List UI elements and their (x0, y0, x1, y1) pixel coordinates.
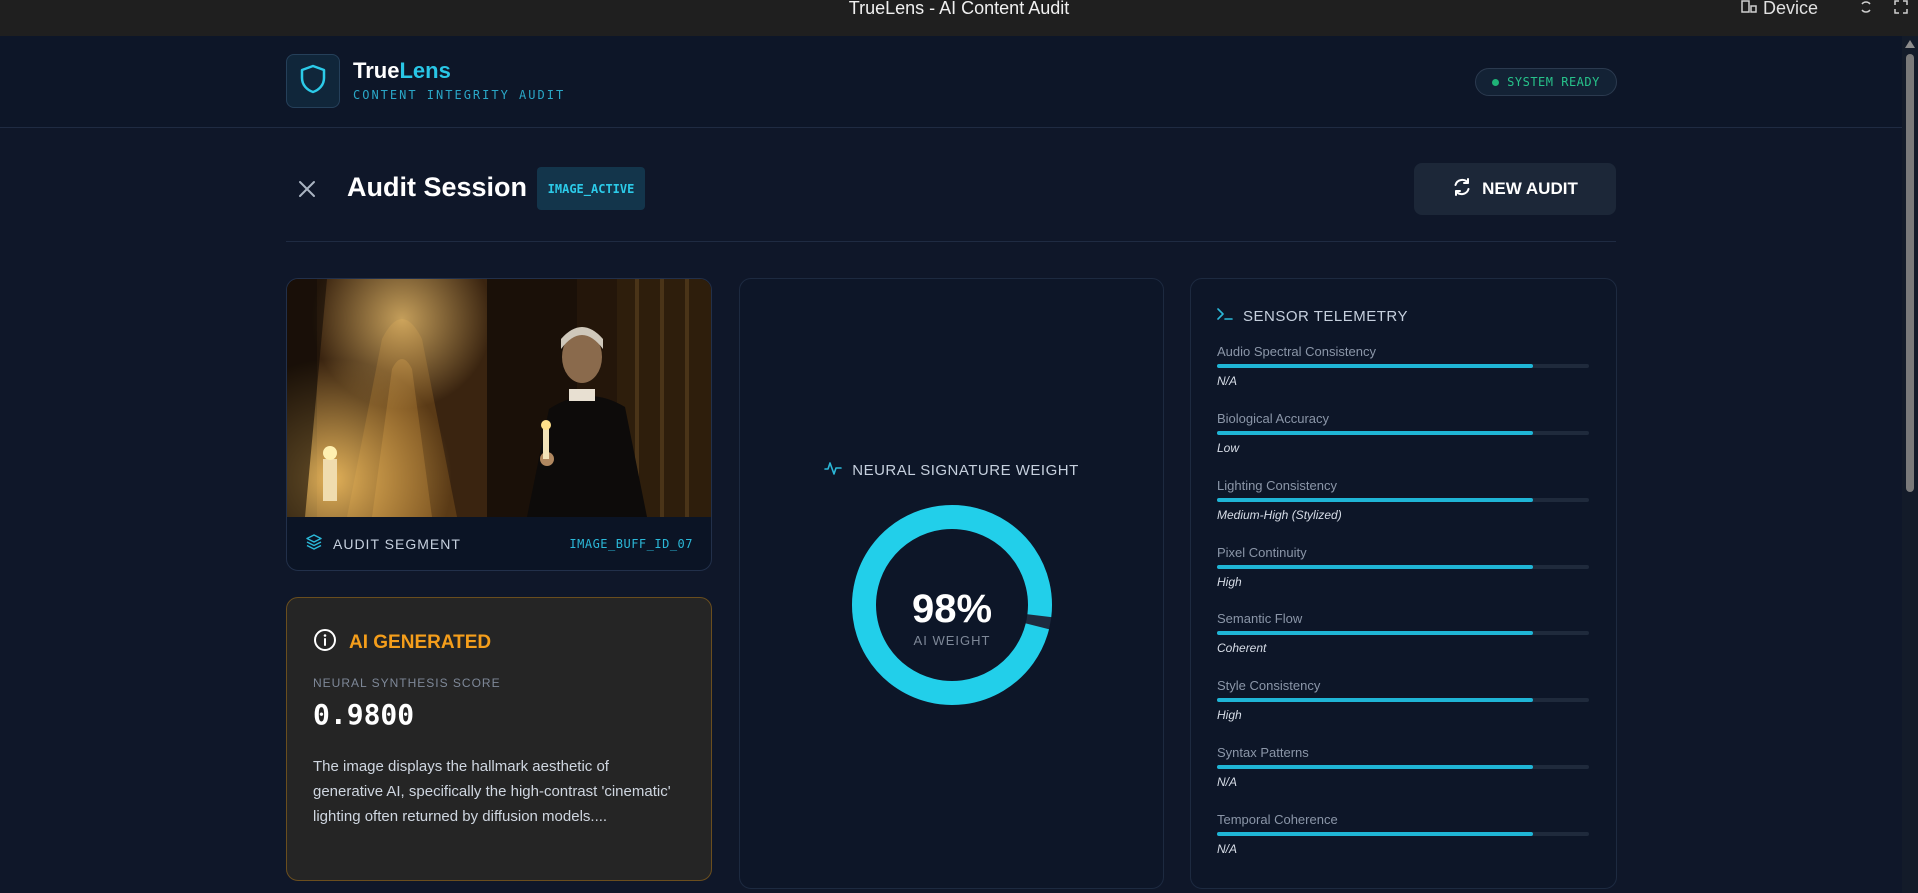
gauge-value: 98% (911, 587, 993, 631)
metric-bar-fill (1217, 565, 1534, 569)
metric-value: N/A (1217, 374, 1238, 388)
refresh-icon (1452, 177, 1472, 202)
metric-name: Pixel Continuity (1217, 545, 1307, 560)
media-footer: AUDIT SEGMENT IMAGE_BUFF_ID_07 (287, 517, 711, 570)
brand-accent: Lens (399, 58, 451, 83)
metric-bar (1217, 698, 1589, 702)
ai-weight-gauge: 98% AI WEIGHT (850, 503, 1054, 707)
brand-primary: True (353, 58, 400, 83)
segment-label: AUDIT SEGMENT (333, 535, 461, 552)
page-title: Audit Session (347, 172, 528, 202)
media-card: AUDIT SEGMENT IMAGE_BUFF_ID_07 (286, 278, 712, 571)
metric-row: Temporal Coherence N/A (1217, 812, 1589, 872)
telemetry-title: SENSOR TELEMETRY (1243, 307, 1408, 325)
new-audit-label: NEW AUDIT (1482, 179, 1578, 198)
shield-icon (299, 64, 327, 99)
metric-bar-fill (1217, 698, 1534, 702)
metric-row: Syntax Patterns N/A (1217, 745, 1589, 805)
status-dot (1492, 78, 1500, 86)
metric-name: Audio Spectral Consistency (1217, 344, 1376, 359)
verdict-card: AI GENERATED NEURAL SYNTHESIS SCORE 0.98… (286, 597, 712, 881)
close-icon (298, 180, 316, 203)
metric-value: Medium-High (Stylized) (1217, 508, 1342, 522)
metric-value: High (1217, 708, 1242, 722)
metric-bar (1217, 364, 1589, 368)
page-scrollbar[interactable] (1902, 36, 1918, 893)
window-titlebar: TrueLens - AI Content Audit Device (0, 0, 1918, 37)
info-icon (313, 628, 337, 657)
metric-bar (1217, 631, 1589, 635)
metric-bar-fill (1217, 431, 1534, 435)
metric-bar (1217, 565, 1589, 569)
scroll-up-arrow-icon[interactable] (1905, 40, 1915, 48)
verdict-description: The image displays the hallmark aestheti… (313, 758, 671, 825)
metric-bar-fill (1217, 631, 1534, 635)
brand-subtitle: CONTENT INTEGRITY AUDIT (353, 88, 566, 102)
sensor-telemetry-card: SENSOR TELEMETRY Audio Spectral Consiste… (1190, 278, 1617, 889)
verdict-header: AI GENERATED (313, 628, 491, 657)
device-label: Device (1762, 0, 1818, 18)
session-type-badge: IMAGE_ACTIVE (537, 167, 645, 210)
metric-row: Pixel Continuity High (1217, 545, 1589, 605)
gauge-label: AI WEIGHT (913, 633, 991, 648)
brand-name: TrueLens (353, 58, 451, 84)
scroll-thumb[interactable] (1906, 54, 1914, 492)
verdict-label: AI GENERATED (349, 631, 492, 653)
telemetry-header: SENSOR TELEMETRY (1217, 307, 1408, 325)
section-divider (286, 241, 1616, 242)
metric-value: Low (1217, 441, 1240, 455)
metric-value: N/A (1217, 775, 1238, 789)
metric-name: Style Consistency (1217, 678, 1321, 693)
neural-signature-card: NEURAL SIGNATURE WEIGHT 98% AI WEIGHT (739, 278, 1164, 889)
metric-bar (1217, 498, 1589, 502)
metric-row: Lighting Consistency Medium-High (Styliz… (1217, 478, 1589, 538)
metric-name: Temporal Coherence (1217, 812, 1338, 827)
metric-value: N/A (1217, 842, 1238, 856)
metric-row: Semantic Flow Coherent (1217, 611, 1589, 671)
metric-value: Coherent (1217, 641, 1267, 655)
activity-icon (824, 459, 843, 481)
device-icon (1741, 0, 1757, 16)
neural-title: NEURAL SIGNATURE WEIGHT (852, 461, 1079, 479)
score-label: NEURAL SYNTHESIS SCORE (313, 676, 501, 690)
metric-row: Style Consistency High (1217, 678, 1589, 738)
close-button[interactable] (292, 176, 322, 206)
metric-bar-fill (1217, 364, 1534, 368)
metric-bar (1217, 431, 1589, 435)
metric-bar-fill (1217, 498, 1534, 502)
metric-name: Lighting Consistency (1217, 478, 1337, 493)
layers-icon (305, 533, 323, 554)
app-header: TrueLens CONTENT INTEGRITY AUDIT SYSTEM … (0, 36, 1902, 128)
rotate-icon[interactable] (1859, 0, 1873, 17)
segment-label-group: AUDIT SEGMENT (305, 533, 461, 554)
window-title: TrueLens - AI Content Audit (848, 0, 1070, 18)
metric-bar-fill (1217, 832, 1534, 836)
metric-bar-fill (1217, 765, 1534, 769)
logo[interactable] (286, 54, 340, 108)
metric-row: Audio Spectral Consistency N/A (1217, 344, 1589, 404)
metric-bar (1217, 765, 1589, 769)
device-button[interactable]: Device (1741, 0, 1818, 18)
metric-value: High (1217, 575, 1242, 589)
segment-id: IMAGE_BUFF_ID_07 (569, 536, 693, 551)
audit-image (287, 279, 711, 517)
new-audit-button[interactable]: NEW AUDIT (1414, 163, 1616, 215)
status-text: SYSTEM READY (1507, 75, 1600, 89)
terminal-icon (1217, 307, 1233, 325)
fullscreen-icon[interactable] (1894, 0, 1908, 17)
metric-row: Biological Accuracy Low (1217, 411, 1589, 471)
metric-name: Biological Accuracy (1217, 411, 1329, 426)
score-value: 0.9800 (313, 698, 415, 731)
status-badge: SYSTEM READY (1475, 68, 1617, 96)
metric-bar (1217, 832, 1589, 836)
metric-name: Semantic Flow (1217, 611, 1303, 626)
neural-header: NEURAL SIGNATURE WEIGHT (740, 459, 1163, 481)
metric-name: Syntax Patterns (1217, 745, 1309, 760)
